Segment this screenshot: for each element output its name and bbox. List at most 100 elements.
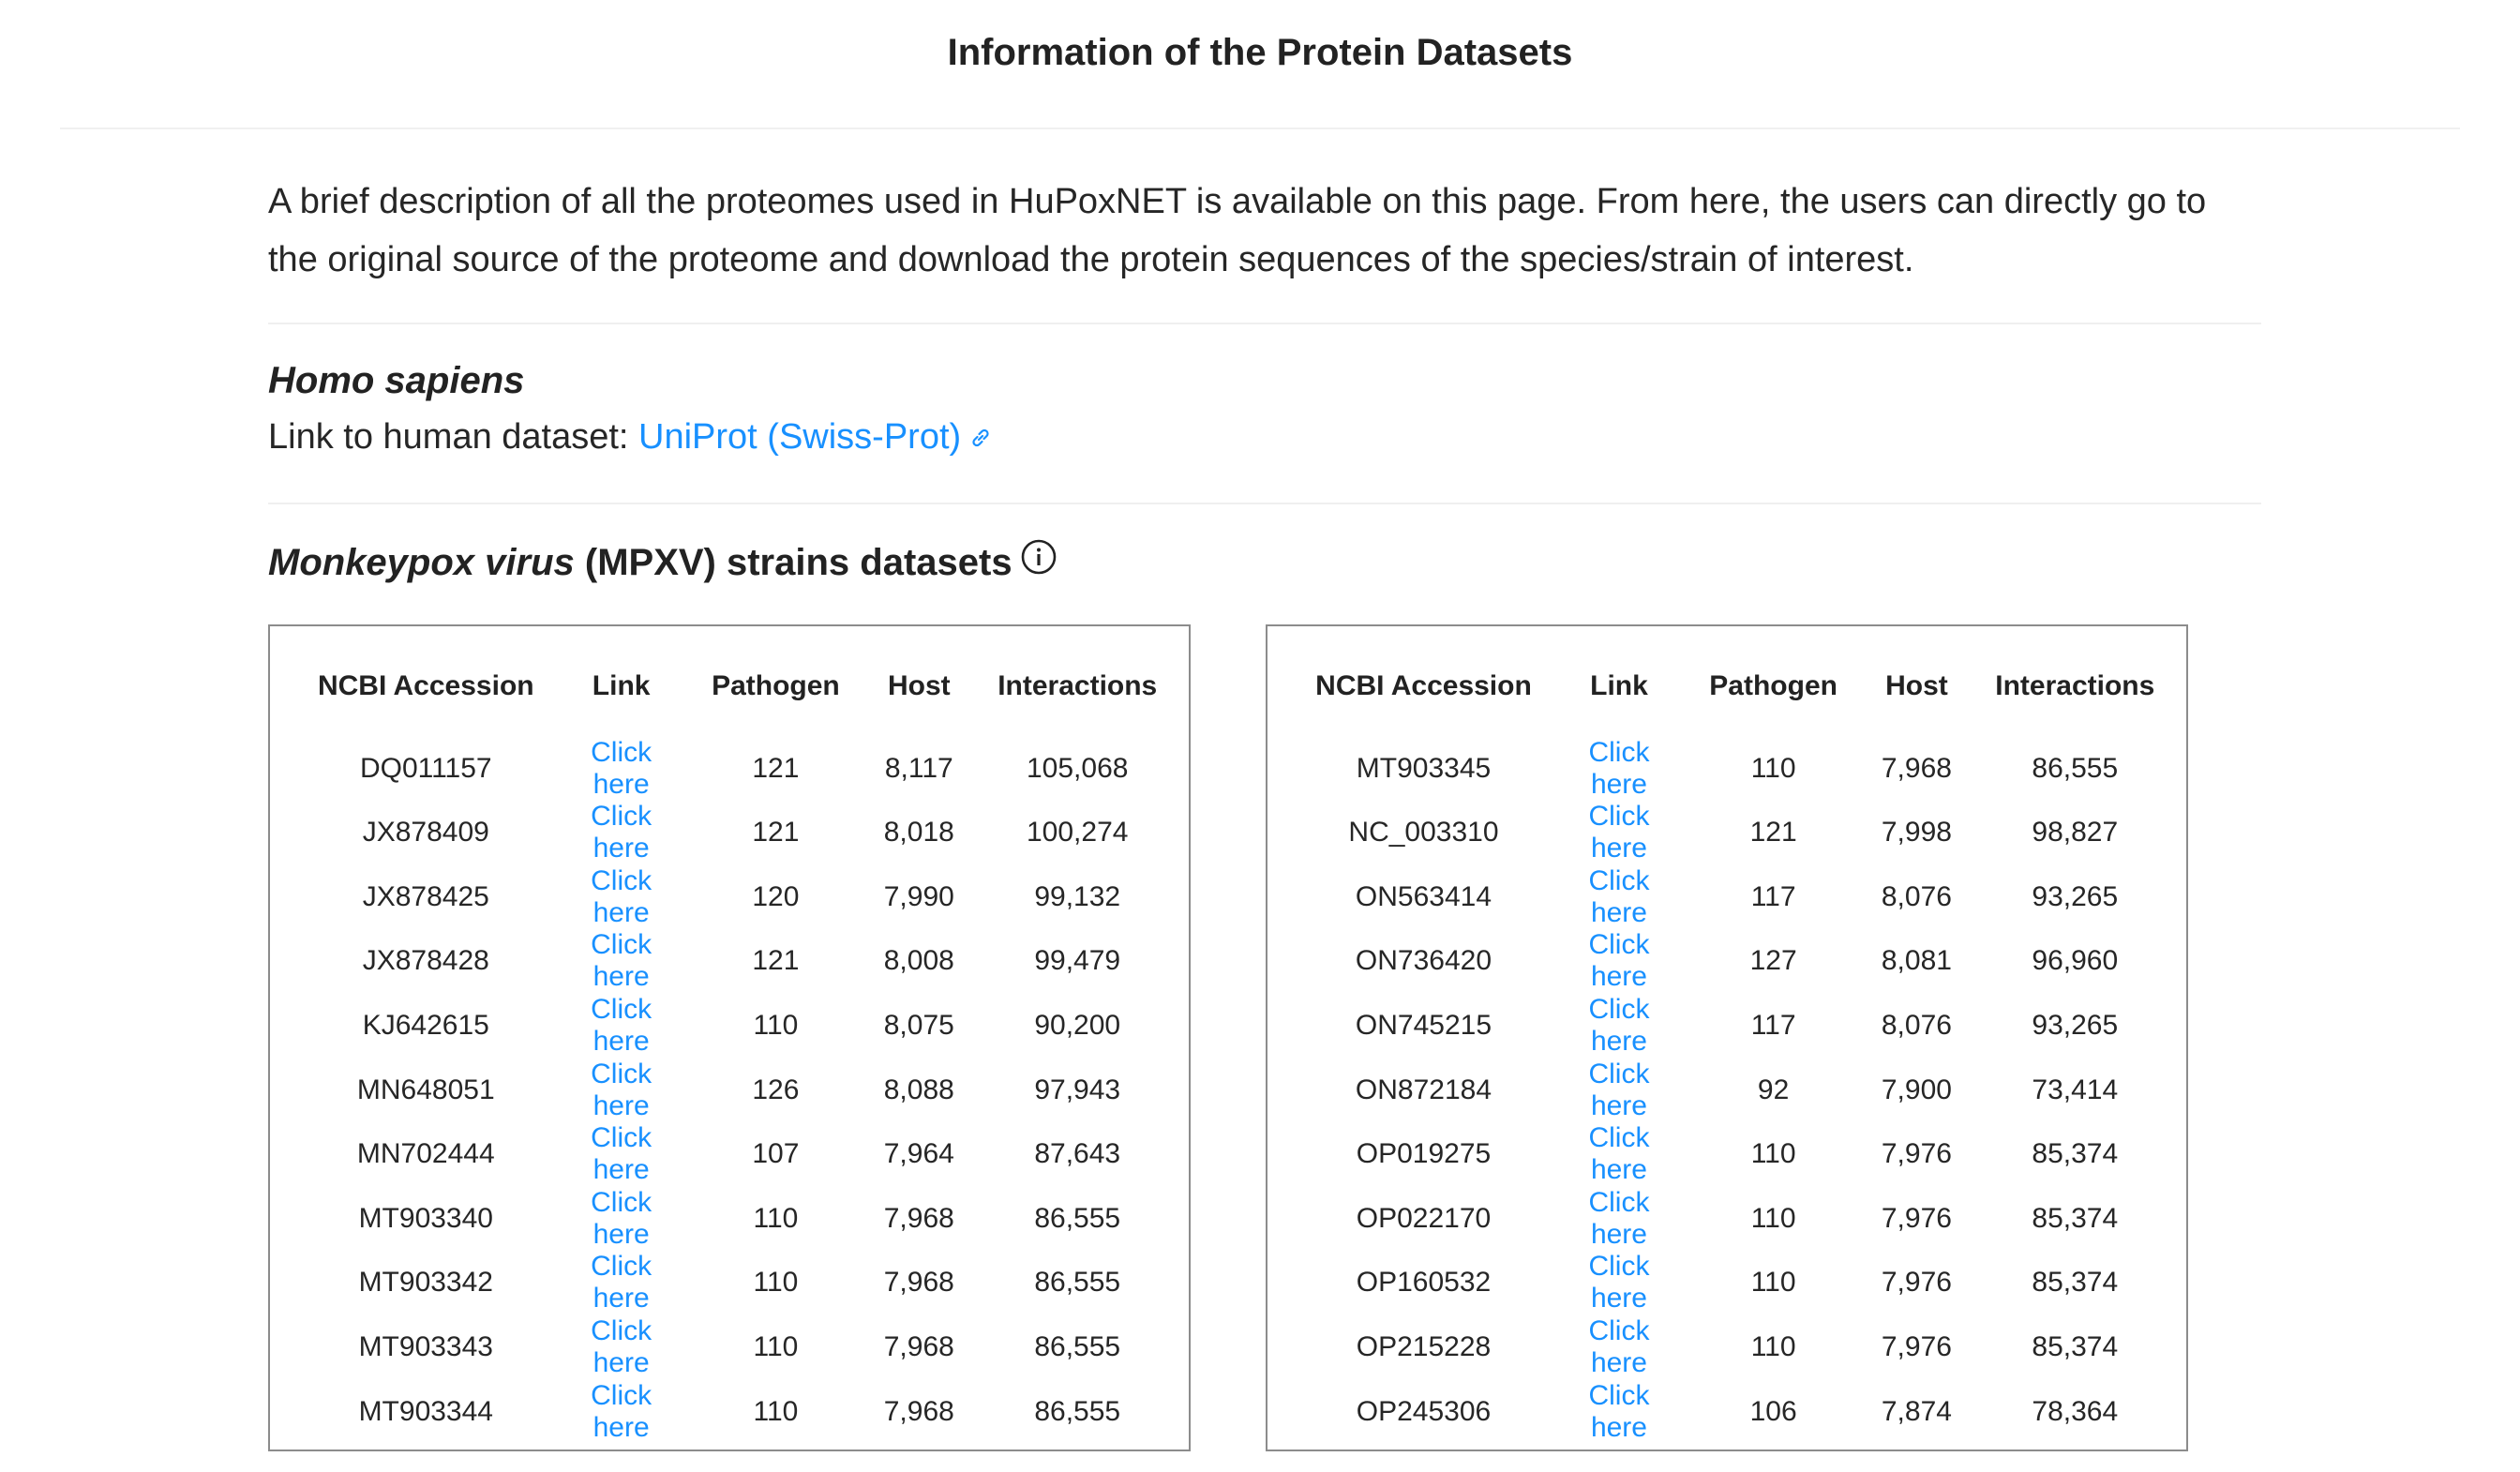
table-row: OP215228 Click here 110 7,976 85,374	[1286, 1315, 2186, 1380]
click-here-link[interactable]: Click here	[591, 1059, 652, 1121]
ncbi-accession-cell: MT903342	[358, 1267, 493, 1299]
click-here-link[interactable]: Click here	[591, 929, 652, 992]
click-here-link[interactable]: Click here	[591, 801, 652, 864]
ncbi-accession-cell: OP022170	[1356, 1202, 1492, 1234]
click-here-link[interactable]: Click here	[1588, 1315, 1649, 1378]
link-cell: Click here	[1561, 801, 1677, 865]
interactions-cell: 86,555	[1034, 1395, 1121, 1427]
click-here-link[interactable]: Click here	[591, 737, 652, 800]
ncbi-accession-cell: OP160532	[1356, 1267, 1492, 1299]
host-cell: 7,900	[1881, 1074, 1952, 1105]
click-here-link[interactable]: Click here	[1588, 865, 1649, 928]
host-cell: 7,990	[883, 880, 954, 912]
pathogen-cell: 117	[1750, 880, 1796, 912]
human-link-prefix: Link to human dataset:	[268, 417, 639, 457]
host-cell: 7,976	[1881, 1138, 1952, 1170]
link-cell: Click here	[563, 1122, 680, 1187]
click-here-link[interactable]: Click here	[1588, 737, 1649, 800]
ncbi-accession-cell: OP019275	[1356, 1138, 1492, 1170]
link-cell: Click here	[563, 994, 680, 1059]
uniprot-link[interactable]: UniProt (Swiss-Prot)	[638, 417, 961, 457]
ncbi-accession-cell: JX878409	[362, 817, 489, 849]
info-circle-icon[interactable]	[1020, 538, 1058, 588]
interactions-cell: 99,132	[1034, 880, 1121, 912]
strains-table-right: NCBI Accession Link Pathogen Host Intera…	[1286, 664, 2186, 1444]
host-cell: 7,968	[1881, 753, 1952, 784]
table-header-row: NCBI Accession Link Pathogen Host Intera…	[289, 664, 1189, 720]
pathogen-cell: 110	[753, 1202, 799, 1234]
click-here-link[interactable]: Click here	[1588, 929, 1649, 992]
external-link-icon[interactable]	[968, 414, 993, 463]
table-row: OP019275 Click here 110 7,976 85,374	[1286, 1122, 2186, 1187]
click-here-link[interactable]: Click here	[591, 1251, 652, 1314]
col-ncbi-accession: NCBI Accession	[317, 670, 534, 701]
pathogen-cell: 110	[1750, 1331, 1796, 1363]
mpxv-table-left: NCBI Accession Link Pathogen Host Intera…	[268, 624, 1191, 1451]
click-here-link[interactable]: Click here	[591, 865, 652, 928]
ncbi-accession-cell: JX878428	[362, 945, 489, 977]
pathogen-cell: 110	[753, 1267, 799, 1299]
click-here-link[interactable]: Click here	[591, 994, 652, 1057]
interactions-cell: 105,068	[1027, 753, 1129, 784]
col-ncbi-accession: NCBI Accession	[1315, 670, 1532, 701]
interactions-cell: 93,265	[2032, 1010, 2119, 1042]
table-row: ON563414 Click here 117 8,076 93,265	[1286, 865, 2186, 930]
strains-table-left: NCBI Accession Link Pathogen Host Intera…	[289, 664, 1189, 1444]
click-here-link[interactable]: Click here	[1588, 1187, 1649, 1250]
link-cell: Click here	[1561, 1315, 1677, 1380]
click-here-link[interactable]: Click here	[1588, 1251, 1649, 1314]
interactions-cell: 100,274	[1027, 817, 1129, 849]
col-pathogen: Pathogen	[712, 670, 840, 701]
ncbi-accession-cell: OP215228	[1356, 1331, 1492, 1363]
ncbi-accession-cell: JX878425	[362, 880, 489, 912]
click-here-link[interactable]: Click here	[1588, 801, 1649, 864]
table-row: OP022170 Click here 110 7,976 85,374	[1286, 1187, 2186, 1252]
pathogen-cell: 121	[752, 817, 800, 849]
pathogen-cell: 117	[1750, 1010, 1796, 1042]
section-divider	[268, 503, 2261, 504]
interactions-cell: 97,943	[1034, 1074, 1121, 1105]
ncbi-accession-cell: ON872184	[1355, 1074, 1492, 1105]
interactions-cell: 86,555	[1034, 1331, 1121, 1363]
click-here-link[interactable]: Click here	[1588, 994, 1649, 1057]
table-row: DQ011157 Click here 121 8,117 105,068	[289, 720, 1189, 801]
mpxv-table-right: NCBI Accession Link Pathogen Host Intera…	[1266, 624, 2188, 1451]
link-cell: Click here	[1561, 1379, 1677, 1444]
pathogen-cell: 107	[752, 1138, 800, 1170]
click-here-link[interactable]: Click here	[591, 1187, 652, 1250]
click-here-link[interactable]: Click here	[591, 1122, 652, 1185]
link-cell: Click here	[563, 865, 680, 930]
interactions-cell: 85,374	[2032, 1202, 2119, 1234]
link-cell: Click here	[563, 1315, 680, 1380]
interactions-cell: 98,827	[2032, 817, 2119, 849]
link-cell: Click here	[563, 720, 680, 801]
pathogen-cell: 110	[753, 1395, 799, 1427]
click-here-link[interactable]: Click here	[1588, 1380, 1649, 1443]
click-here-link[interactable]: Click here	[591, 1315, 652, 1378]
ncbi-accession-cell: MN702444	[356, 1138, 495, 1170]
mpxv-species: Monkeypox virus	[268, 542, 575, 583]
host-cell: 8,018	[883, 817, 954, 849]
human-section: Homo sapiens Link to human dataset: UniP…	[268, 356, 993, 463]
interactions-cell: 85,374	[2032, 1331, 2119, 1363]
click-here-link[interactable]: Click here	[1588, 1122, 1649, 1185]
pathogen-cell: 110	[1750, 1202, 1796, 1234]
host-cell: 7,968	[883, 1395, 954, 1427]
col-host: Host	[1885, 670, 1948, 701]
ncbi-accession-cell: MN648051	[356, 1074, 495, 1105]
link-cell: Click here	[563, 1058, 680, 1122]
col-host: Host	[887, 670, 951, 701]
ncbi-accession-cell: KJ642615	[362, 1010, 489, 1042]
click-here-link[interactable]: Click here	[591, 1380, 652, 1443]
ncbi-accession-cell: DQ011157	[359, 753, 492, 784]
interactions-cell: 93,265	[2032, 880, 2119, 912]
table-row: MT903345 Click here 110 7,968 86,555	[1286, 720, 2186, 801]
table-row: MT903344 Click here 110 7,968 86,555	[289, 1379, 1189, 1444]
link-cell: Click here	[563, 1187, 680, 1252]
interactions-cell: 90,200	[1034, 1010, 1121, 1042]
pathogen-cell: 92	[1757, 1074, 1790, 1105]
click-here-link[interactable]: Click here	[1588, 1059, 1649, 1121]
interactions-cell: 78,364	[2032, 1395, 2119, 1427]
table-row: NC_003310 Click here 121 7,998 98,827	[1286, 801, 2186, 865]
host-cell: 7,874	[1881, 1395, 1952, 1427]
